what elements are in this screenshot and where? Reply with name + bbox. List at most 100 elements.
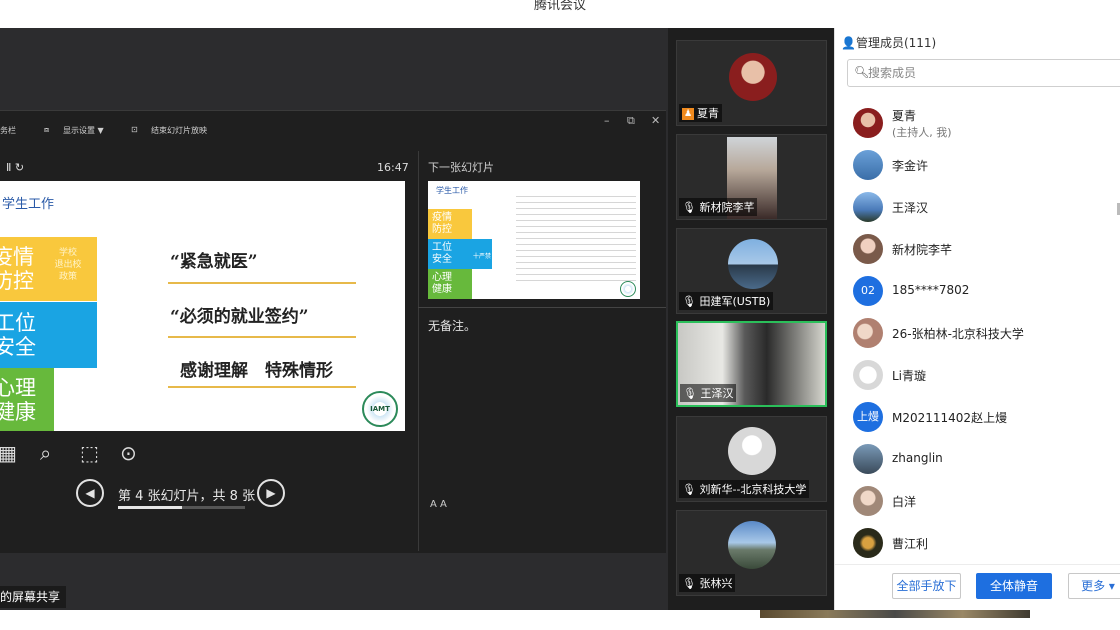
slide-progress-bar (118, 506, 245, 509)
minimize-button[interactable]: – (604, 114, 610, 127)
next-slide-label: 下一张幻灯片 (428, 161, 494, 174)
background-image-strip (760, 610, 1030, 618)
pointer-options-icon[interactable]: ⬚ (80, 441, 99, 465)
avatar (853, 360, 883, 390)
video-tile-liuxinhua[interactable]: 🎙 刘新华--北京科技大学 (676, 416, 827, 502)
member-row[interactable]: 曹江利 (853, 524, 1115, 564)
participant-name: 🎙 张林兴 (679, 574, 736, 592)
title-bar: 腾讯会议 (0, 0, 1120, 28)
meeting-window: 腾讯会议 务栏 ⧈ 显示设置 ▼ ⊡ 结束幻灯片放映 – ⧉ ✕ Ⅱ ↻ 16:… (0, 0, 1120, 630)
member-name: 新材院李芊 (892, 243, 953, 257)
divider-line (168, 336, 356, 338)
slide-progress-fill (118, 506, 182, 509)
previous-slide-button[interactable]: ◀ (76, 479, 104, 507)
window-title: 腾讯会议 (533, 0, 586, 13)
pause-restart-controls[interactable]: Ⅱ ↻ (6, 161, 24, 174)
presenter-toolbar: 务栏 ⧈ 显示设置 ▼ ⊡ 结束幻灯片放映 – ⧉ ✕ (0, 111, 666, 149)
display-settings-icon: ⧈ (44, 125, 50, 134)
mic-muted-icon: 🎙 (682, 295, 700, 308)
member-name: 185****7802 (892, 283, 970, 297)
mute-all-button[interactable]: 全体静音 (976, 573, 1052, 599)
participant-name: 🎙 田建军(USTB) (679, 292, 774, 310)
display-settings-button[interactable]: 显示设置 ▼ (63, 125, 104, 136)
member-row[interactable]: Li青璇 (853, 356, 1115, 396)
end-show-icon: ⊡ (131, 125, 138, 134)
presentation-time: 16:47 (377, 161, 409, 174)
video-tile-wangzehan[interactable]: 🎙 王泽汉 (676, 321, 827, 407)
participant-name: 🎙 王泽汉 (680, 384, 737, 402)
member-name: 夏青 (892, 109, 917, 123)
avatar (853, 486, 883, 516)
member-name: M202111402赵上熳 (892, 411, 1008, 425)
member-row[interactable]: 李金许 (853, 146, 1115, 186)
next-slide-preview[interactable]: 学生工作 疫情 防控 工位 安全 十严禁 心理 健康 (428, 181, 640, 299)
next-block1: 疫情 防控 (428, 209, 472, 239)
member-row[interactable]: 夏青 (主持人, 我) (853, 104, 1115, 144)
slide-block-safety: 工位 安全 (0, 302, 97, 368)
lower-all-hands-button[interactable]: 全部手放下 (892, 573, 961, 599)
next-slide-button[interactable]: ▶ (257, 479, 285, 507)
video-tile-xiaqing[interactable]: ♟ 夏青 (676, 40, 827, 126)
avatar (853, 318, 883, 348)
member-role: (主持人, 我) (892, 126, 952, 139)
block1-subtitle: 学校 退出校 政策 (54, 248, 82, 282)
avatar-badge: 上熳 (853, 402, 883, 432)
notes-divider (418, 307, 666, 308)
column-divider (418, 151, 419, 551)
member-name: 曹江利 (892, 537, 929, 551)
member-name: 白洋 (892, 495, 917, 509)
member-search[interactable]: 🔍︎ (847, 59, 1120, 87)
member-name: Li青璇 (892, 369, 927, 383)
mic-icon: 🎙 (683, 387, 701, 400)
slide-counter: 第 4 张幻灯片，共 8 张 (118, 489, 256, 504)
avatar (853, 108, 883, 138)
end-slideshow-button[interactable]: 结束幻灯片放映 (151, 125, 207, 136)
school-logo-icon: IAMT (362, 391, 398, 427)
member-row[interactable]: 26-张柏林-北京科技大学 (853, 314, 1115, 354)
members-title: 👤管理成员(111) (841, 36, 937, 50)
presenter-view-window: 务栏 ⧈ 显示设置 ▼ ⊡ 结束幻灯片放映 – ⧉ ✕ Ⅱ ↻ 16:47 下一… (0, 110, 666, 553)
font-size-icons[interactable]: A A (430, 499, 447, 510)
video-tile-zhanglinxing[interactable]: 🎙 张林兴 (676, 510, 827, 596)
member-row[interactable]: 02 185****7802 (853, 272, 1115, 312)
video-tile-liqian[interactable]: 🎙 新材院李芊 (676, 134, 827, 220)
mic-icon: 🎙 (682, 201, 700, 214)
mic-muted-icon: 🎙 (682, 577, 700, 590)
mic-muted-icon: 🎙 (682, 483, 700, 496)
avatar (853, 234, 883, 264)
video-tile-tianjianjun[interactable]: 🎙 田建军(USTB) (676, 228, 827, 314)
members-panel: 👤管理成员(111) 🔍︎ 夏青 (主持人, 我) 李金许 王泽汉 新材院李芊 … (834, 28, 1120, 610)
member-row[interactable]: 王泽汉 (853, 188, 1115, 228)
member-name: 王泽汉 (892, 201, 929, 215)
next-block2-sub: 十严禁 (473, 253, 492, 260)
search-input[interactable] (868, 64, 1108, 82)
avatar (728, 239, 778, 289)
video-column: ♟ 夏青 🎙 新材院李芊 🎙 田建军(USTB) 🎙 王泽汉 🎙 刘新华--北京科… (668, 28, 834, 610)
member-name: zhanglin (892, 451, 943, 465)
member-row[interactable]: 新材院李芊 (853, 230, 1115, 270)
slide-header: 学生工作 (2, 197, 55, 212)
participant-name: 🎙 新材院李芊 (679, 198, 758, 216)
member-row[interactable]: 上熳 M202111402赵上熳 (853, 398, 1115, 438)
avatar (853, 150, 883, 180)
slide-block-mental: 心理 健康 (0, 368, 54, 431)
divider-line (168, 282, 356, 284)
avatar (729, 53, 777, 101)
avatar (853, 192, 883, 222)
member-row[interactable]: 白洋 (853, 482, 1115, 522)
avatar (728, 521, 776, 569)
more-button[interactable]: 更多 ▾ (1068, 573, 1120, 599)
host-icon: ♟ (682, 108, 694, 120)
slide-grid-icon[interactable]: ▦ (0, 441, 17, 465)
member-name: 李金许 (892, 159, 929, 173)
quote-employment: “必须的就业签约” (170, 307, 309, 327)
next-block3: 心理 健康 (428, 269, 472, 299)
restore-button[interactable]: ⧉ (627, 114, 635, 128)
more-options-icon[interactable]: ⊙ (120, 441, 137, 465)
member-row[interactable]: zhanglin (853, 440, 1115, 480)
zoom-icon[interactable]: ⌕ (40, 441, 51, 465)
taskbar-toggle[interactable]: 务栏 (0, 125, 16, 136)
quote-emergency: “紧急就医” (170, 252, 258, 272)
close-button[interactable]: ✕ (651, 114, 660, 127)
avatar (853, 528, 883, 558)
